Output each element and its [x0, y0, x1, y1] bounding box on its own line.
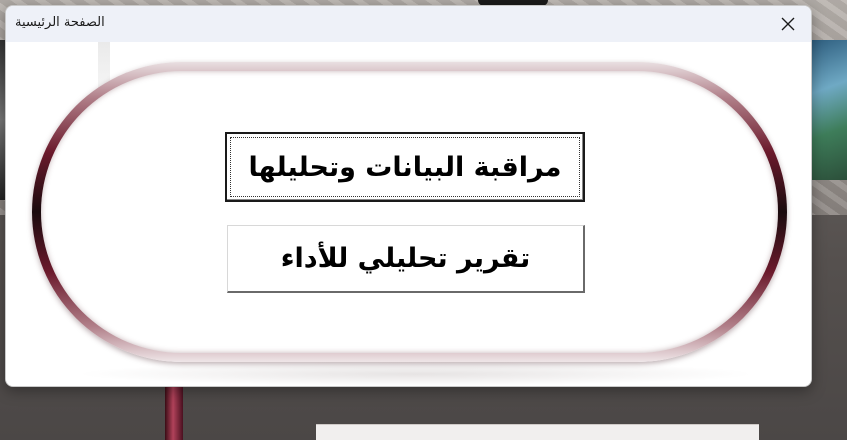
close-button[interactable]: [765, 6, 811, 42]
data-monitoring-button[interactable]: مراقبة البيانات وتحليلها: [225, 132, 585, 202]
capsule-frame-inner: [41, 71, 778, 353]
close-icon: [781, 17, 795, 31]
window-title: الصفحة الرئيسية: [15, 15, 105, 30]
capsule-frame: [32, 62, 787, 362]
performance-report-button[interactable]: تقرير تحليلي للأداء: [227, 225, 585, 293]
decorative-haze: [76, 362, 756, 386]
main-page-window: الصفحة الرئيسية مراقبة البيانات وتحليلها…: [5, 5, 812, 387]
title-bar[interactable]: الصفحة الرئيسية: [6, 6, 811, 42]
background-pillar: [165, 378, 183, 440]
background-panel: [316, 424, 759, 440]
window-content: مراقبة البيانات وتحليلها تقرير تحليلي لل…: [6, 42, 811, 386]
background-photo: [812, 40, 847, 180]
